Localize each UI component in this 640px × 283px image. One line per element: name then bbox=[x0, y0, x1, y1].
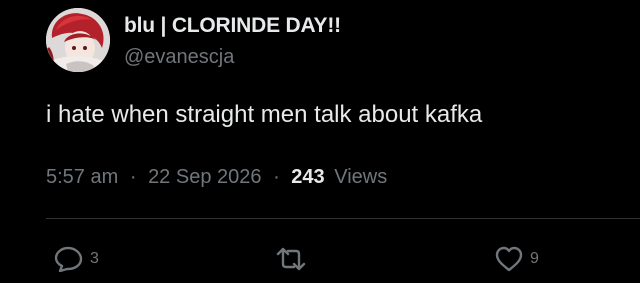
tweet-meta: 5:57 am · 22 Sep 2026 · 243 Views bbox=[46, 166, 387, 189]
like-count: 9 bbox=[530, 250, 539, 267]
views-label: Views bbox=[334, 166, 388, 188]
author-handle[interactable]: @evanescja bbox=[124, 46, 234, 69]
meta-separator: · bbox=[129, 166, 137, 188]
avatar-image bbox=[46, 8, 110, 72]
retweet-button[interactable] bbox=[274, 246, 314, 272]
retweet-icon bbox=[276, 247, 306, 271]
author-display-name[interactable]: blu | CLORINDE DAY!! bbox=[124, 14, 341, 38]
meta-separator: · bbox=[273, 166, 280, 188]
views-count: 243 bbox=[291, 166, 325, 188]
heart-icon bbox=[495, 246, 523, 272]
reply-button[interactable]: 3 bbox=[54, 246, 99, 272]
reply-count: 3 bbox=[90, 250, 99, 267]
divider bbox=[46, 218, 640, 219]
tweet-text: i hate when straight men talk about kafk… bbox=[46, 101, 483, 128]
avatar[interactable] bbox=[46, 8, 110, 72]
speech-bubble-icon bbox=[54, 246, 83, 272]
like-button[interactable]: 9 bbox=[494, 246, 539, 272]
tweet-time[interactable]: 5:57 am bbox=[46, 166, 118, 188]
tweet-date[interactable]: 22 Sep 2026 bbox=[148, 166, 261, 188]
tweet-card: blu | CLORINDE DAY!! @evanescja i hate w… bbox=[0, 0, 640, 283]
